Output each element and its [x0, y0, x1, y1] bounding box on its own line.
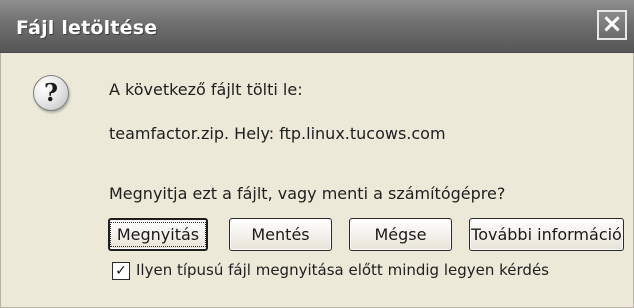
- open-button-label: Megnyitás: [109, 222, 207, 247]
- cancel-button-label: Mégse: [374, 225, 427, 244]
- question-icon: ?: [33, 75, 69, 111]
- always-ask-checkbox[interactable]: ✓: [112, 262, 130, 280]
- more-info-button[interactable]: További információ: [469, 218, 624, 251]
- cancel-button[interactable]: Mégse: [349, 218, 452, 251]
- checkmark-icon: ✓: [115, 262, 127, 279]
- close-icon: ×: [601, 9, 623, 39]
- save-button[interactable]: Mentés: [229, 218, 332, 251]
- save-button-label: Mentés: [251, 225, 310, 244]
- title-bar[interactable]: Fájl letöltése ×: [0, 0, 634, 53]
- download-intro-text: A következő fájlt tölti le:: [109, 80, 303, 99]
- open-or-save-question: Megnyitja ezt a fájlt, vagy menti a szám…: [109, 184, 506, 203]
- file-download-dialog: Fájl letöltése × ? A következő fájlt töl…: [0, 0, 634, 308]
- more-info-button-label: További információ: [471, 225, 622, 244]
- open-button[interactable]: Megnyitás: [108, 218, 208, 251]
- file-info-text: teamfactor.zip. Hely: ftp.linux.tucows.c…: [109, 124, 446, 143]
- always-ask-label[interactable]: Ilyen típusú fájl megnyitása előtt mindi…: [136, 261, 549, 279]
- question-mark-glyph: ?: [43, 77, 59, 107]
- window-title: Fájl letöltése: [16, 17, 158, 39]
- close-button[interactable]: ×: [597, 10, 627, 40]
